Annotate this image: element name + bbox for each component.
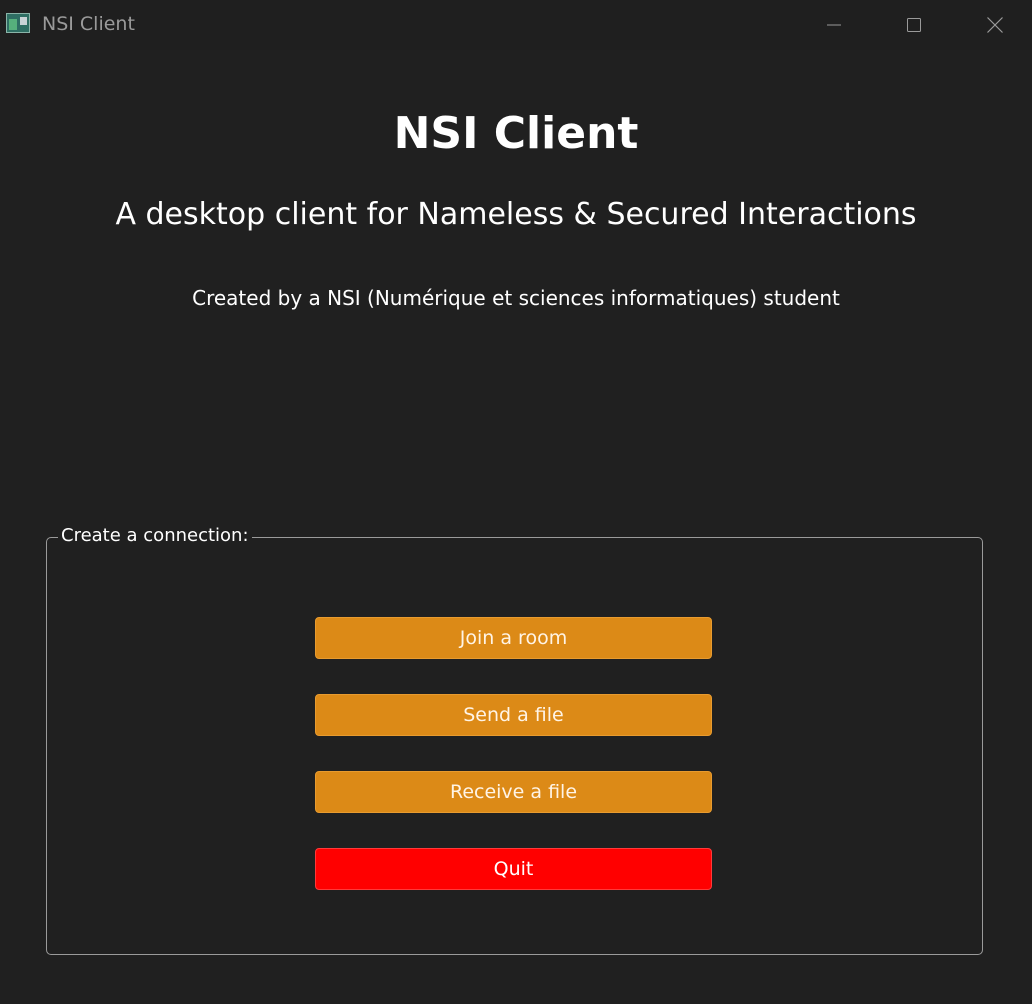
window-title: NSI Client	[42, 13, 135, 35]
maximize-button[interactable]	[874, 0, 954, 50]
close-button[interactable]	[955, 0, 1032, 50]
app-window: NSI Client NSI Client A desktop client f…	[0, 0, 1032, 1004]
join-room-button[interactable]: Join a room	[315, 617, 712, 659]
connection-group-legend: Create a connection:	[58, 523, 252, 549]
page-title: NSI Client	[393, 108, 639, 159]
close-icon	[987, 17, 1003, 33]
quit-button[interactable]: Quit	[315, 848, 712, 890]
title-bar[interactable]: NSI Client	[0, 0, 1032, 50]
page-subtitle: A desktop client for Nameless & Secured …	[115, 197, 917, 232]
minimize-button[interactable]	[794, 0, 874, 50]
connection-group-box	[46, 537, 983, 955]
credit-text: Created by a NSI (Numérique et sciences …	[192, 286, 840, 310]
app-icon	[6, 13, 30, 33]
maximize-icon	[907, 18, 921, 32]
minimize-icon	[827, 24, 841, 26]
send-file-button[interactable]: Send a file	[315, 694, 712, 736]
receive-file-button[interactable]: Receive a file	[315, 771, 712, 813]
